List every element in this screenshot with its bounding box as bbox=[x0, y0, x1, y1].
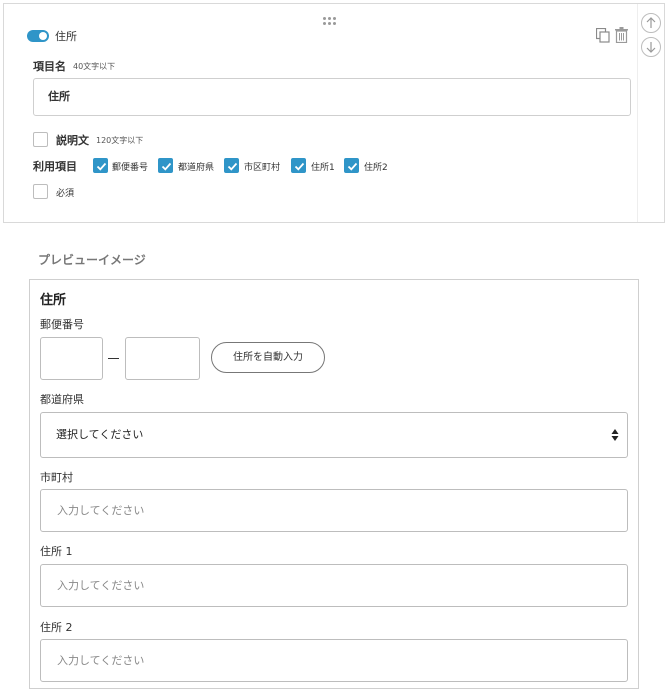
description-hint: 120文字以下 bbox=[96, 136, 144, 145]
usage-option-label: 住所1 bbox=[311, 163, 335, 173]
autofill-address-button[interactable]: 住所を自動入力 bbox=[211, 342, 325, 373]
address2-input[interactable]: 入力してください bbox=[40, 639, 628, 682]
usage-checkbox-city[interactable] bbox=[224, 158, 239, 173]
postal-code-label: 郵便番号 bbox=[40, 318, 84, 331]
field-title: 住所 bbox=[55, 30, 77, 43]
usage-label: 利用項目 bbox=[33, 160, 77, 173]
preview-form: 住所 郵便番号 住所を自動入力 都道府県 選択してください 市町村 入力してくだ… bbox=[29, 279, 639, 689]
trash-icon[interactable] bbox=[615, 27, 628, 46]
description-label: 説明文 bbox=[56, 134, 89, 147]
field-editor-card: 住所 項目名 40文字以下 住所 説明文 120文字以下 利用項目 郵便番号 都… bbox=[3, 3, 665, 223]
item-name-input[interactable]: 住所 bbox=[33, 78, 631, 116]
usage-checkbox-postal[interactable] bbox=[93, 158, 108, 173]
preview-heading: プレビューイメージ bbox=[38, 253, 146, 267]
required-checkbox[interactable] bbox=[33, 184, 48, 199]
postal-code-dash bbox=[108, 358, 119, 359]
move-down-button[interactable] bbox=[641, 37, 661, 57]
address1-input[interactable]: 入力してください bbox=[40, 564, 628, 607]
description-checkbox[interactable] bbox=[33, 132, 48, 147]
usage-checkbox-address2[interactable] bbox=[344, 158, 359, 173]
prefecture-select[interactable]: 選択してください bbox=[40, 412, 628, 458]
usage-option-label: 住所2 bbox=[364, 163, 388, 173]
postal-code-second-input[interactable] bbox=[125, 337, 200, 380]
preview-title: 住所 bbox=[40, 293, 67, 308]
item-name-label: 項目名 bbox=[33, 60, 66, 73]
usage-option-label: 都道府県 bbox=[178, 163, 215, 173]
copy-icon[interactable] bbox=[595, 27, 610, 46]
arrow-up-icon bbox=[646, 17, 656, 28]
field-enabled-toggle[interactable] bbox=[27, 30, 49, 42]
arrow-down-icon bbox=[646, 42, 656, 53]
prefecture-label: 都道府県 bbox=[40, 393, 84, 406]
address2-label: 住所 2 bbox=[40, 621, 73, 634]
city-input[interactable]: 入力してください bbox=[40, 489, 628, 532]
address1-label: 住所 1 bbox=[40, 545, 73, 558]
postal-code-first-input[interactable] bbox=[40, 337, 103, 380]
item-name-hint: 40文字以下 bbox=[73, 62, 116, 71]
usage-checkbox-address1[interactable] bbox=[291, 158, 306, 173]
select-arrows-icon bbox=[611, 429, 619, 441]
usage-option-label: 市区町村 bbox=[244, 163, 281, 173]
drag-handle-icon[interactable] bbox=[323, 17, 337, 27]
usage-checkbox-prefecture[interactable] bbox=[158, 158, 173, 173]
prefecture-selected-value: 選択してください bbox=[56, 428, 144, 441]
usage-option-label: 郵便番号 bbox=[112, 163, 149, 173]
city-label: 市町村 bbox=[40, 471, 73, 484]
move-up-button[interactable] bbox=[641, 13, 661, 33]
required-label: 必須 bbox=[56, 189, 75, 199]
